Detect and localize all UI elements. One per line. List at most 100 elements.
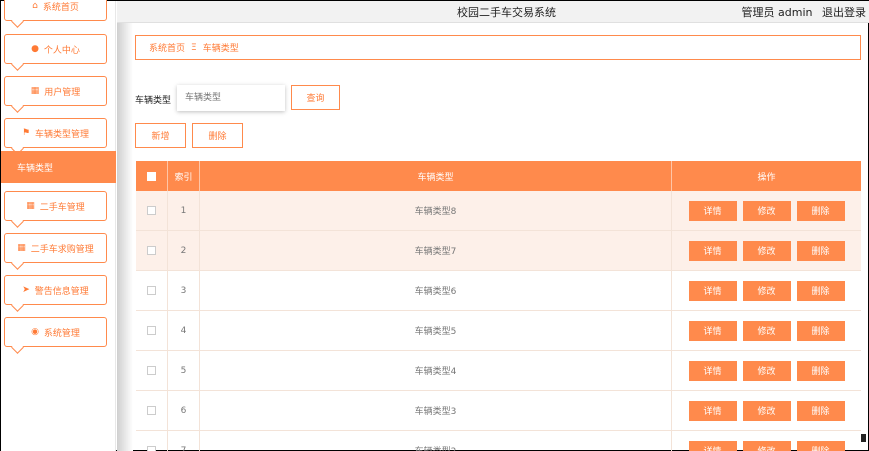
sidebar-subitem-label: 车辆类型 <box>17 163 54 174</box>
table-header: 索引 车辆类型 操作 <box>136 161 861 191</box>
table-row: 4 车辆类型5 详情 修改 删除 <box>136 311 861 351</box>
row-check-cell <box>136 271 167 310</box>
row-ops: 详情 修改 删除 <box>671 391 861 430</box>
edit-button[interactable]: 修改 <box>742 200 791 221</box>
breadcrumb-home[interactable]: 系统首页 <box>149 41 185 54</box>
table-row: 1 车辆类型8 详情 修改 删除 <box>136 191 861 231</box>
select-all-cell <box>136 161 167 191</box>
row-check-cell <box>136 191 167 230</box>
row-type: 车辆类型8 <box>199 191 671 230</box>
row-ops: 详情 修改 删除 <box>671 431 861 451</box>
table-row: 5 车辆类型4 详情 修改 删除 <box>136 351 861 391</box>
top-bar: 校园二手车交易系统 管理员 admin 退出登录 <box>117 1 869 23</box>
sidebar-item-users[interactable]: ▦ 用户管理 <box>4 76 107 106</box>
row-checkbox[interactable] <box>147 326 156 335</box>
row-check-cell <box>136 431 167 451</box>
row-index: 2 <box>167 231 199 270</box>
row-checkbox[interactable] <box>147 366 156 375</box>
logout-link[interactable]: 退出登录 <box>822 6 866 19</box>
breadcrumb-separator-icon: Ξ <box>191 42 197 53</box>
row-checkbox[interactable] <box>147 246 156 255</box>
row-ops: 详情 修改 删除 <box>671 231 861 270</box>
table-row: 6 车辆类型3 详情 修改 删除 <box>136 391 861 431</box>
edit-button[interactable]: 修改 <box>742 320 791 341</box>
sidebar-item-profile[interactable]: ● 个人中心 <box>4 34 107 64</box>
edit-button[interactable]: 修改 <box>742 280 791 301</box>
sidebar-item-label: 二手车求购管理 <box>30 244 94 255</box>
row-ops: 详情 修改 删除 <box>671 271 861 310</box>
sidebar: ⌂ 系统首页 ● 个人中心 ▦ 用户管理 ⚑ 车辆类型管理 车辆类型 ▦ 二手车… <box>1 0 116 451</box>
batch-delete-button[interactable]: 删除 <box>192 123 243 148</box>
sidebar-item-label: 警告信息管理 <box>34 286 89 297</box>
sidebar-item-warnings[interactable]: ➤ 警告信息管理 <box>4 275 107 305</box>
search-button[interactable]: 查询 <box>291 85 340 110</box>
delete-button[interactable]: 删除 <box>796 200 845 221</box>
delete-button[interactable]: 删除 <box>796 280 845 301</box>
user-info: 管理员 admin 退出登录 <box>736 4 866 20</box>
row-checkbox[interactable] <box>147 446 156 451</box>
table-row: 3 车辆类型6 详情 修改 删除 <box>136 271 861 311</box>
scrollbar-handle[interactable] <box>861 434 866 442</box>
sidebar-item-label: 用户管理 <box>44 87 81 98</box>
edit-button[interactable]: 修改 <box>742 240 791 261</box>
site-title: 校园二手车交易系统 <box>457 6 556 19</box>
delete-button[interactable]: 删除 <box>796 360 845 381</box>
flag-icon: ⚑ <box>21 128 31 138</box>
row-type: 车辆类型4 <box>199 351 671 390</box>
row-index: 5 <box>167 351 199 390</box>
row-type: 车辆类型2 <box>199 431 671 451</box>
sidebar-item-vehicle-types[interactable]: ⚑ 车辆类型管理 <box>4 118 107 148</box>
select-all-checkbox[interactable] <box>147 171 156 181</box>
location-icon: ◉ <box>31 327 39 337</box>
row-index: 6 <box>167 391 199 430</box>
detail-button[interactable]: 详情 <box>688 320 737 341</box>
header-type: 车辆类型 <box>199 161 671 191</box>
table-row: 7 车辆类型2 详情 修改 删除 <box>136 431 861 451</box>
row-check-cell <box>136 391 167 430</box>
row-index: 7 <box>167 431 199 451</box>
detail-button[interactable]: 详情 <box>688 200 737 221</box>
detail-button[interactable]: 详情 <box>688 440 737 451</box>
search-input[interactable] <box>177 85 285 111</box>
detail-button[interactable]: 详情 <box>688 280 737 301</box>
sidebar-shadow <box>117 1 133 451</box>
row-checkbox[interactable] <box>147 206 156 215</box>
detail-button[interactable]: 详情 <box>688 240 737 261</box>
edit-button[interactable]: 修改 <box>742 360 791 381</box>
grid-icon: ▦ <box>30 86 40 96</box>
row-ops: 详情 修改 删除 <box>671 311 861 350</box>
edit-button[interactable]: 修改 <box>742 400 791 421</box>
sidebar-subitem-vehicle-type[interactable]: 车辆类型 <box>1 151 116 183</box>
search-label: 车辆类型 <box>135 96 172 106</box>
sidebar-item-label: 个人中心 <box>43 45 80 56</box>
delete-button[interactable]: 删除 <box>796 240 845 261</box>
sidebar-item-home[interactable]: ⌂ 系统首页 <box>4 0 107 21</box>
delete-button[interactable]: 删除 <box>796 440 845 451</box>
row-check-cell <box>136 351 167 390</box>
row-index: 3 <box>167 271 199 310</box>
row-checkbox[interactable] <box>147 286 156 295</box>
row-index: 4 <box>167 311 199 350</box>
sidebar-item-label: 系统管理 <box>43 328 80 339</box>
detail-button[interactable]: 详情 <box>688 360 737 381</box>
send-icon: ➤ <box>22 285 30 295</box>
row-type: 车辆类型7 <box>199 231 671 270</box>
sidebar-item-label: 车辆类型管理 <box>35 129 90 140</box>
edit-button[interactable]: 修改 <box>742 440 791 451</box>
row-check-cell <box>136 311 167 350</box>
detail-button[interactable]: 详情 <box>688 400 737 421</box>
row-checkbox[interactable] <box>147 406 156 415</box>
delete-button[interactable]: 删除 <box>796 320 845 341</box>
header-index: 索引 <box>167 161 199 191</box>
delete-button[interactable]: 删除 <box>796 400 845 421</box>
add-button[interactable]: 新增 <box>135 123 186 148</box>
sidebar-item-purchase-requests[interactable]: ▦ 二手车求购管理 <box>4 233 107 263</box>
sidebar-item-label: 系统首页 <box>42 2 79 13</box>
user-icon: ● <box>31 44 39 54</box>
sidebar-item-system[interactable]: ◉ 系统管理 <box>4 317 107 347</box>
grid-icon: ▦ <box>26 201 35 211</box>
sidebar-item-used-cars[interactable]: ▦ 二手车管理 <box>4 191 107 221</box>
breadcrumb: 系统首页 Ξ 车辆类型 <box>135 35 861 60</box>
grid-icon: ▦ <box>17 243 26 253</box>
row-check-cell <box>136 231 167 270</box>
